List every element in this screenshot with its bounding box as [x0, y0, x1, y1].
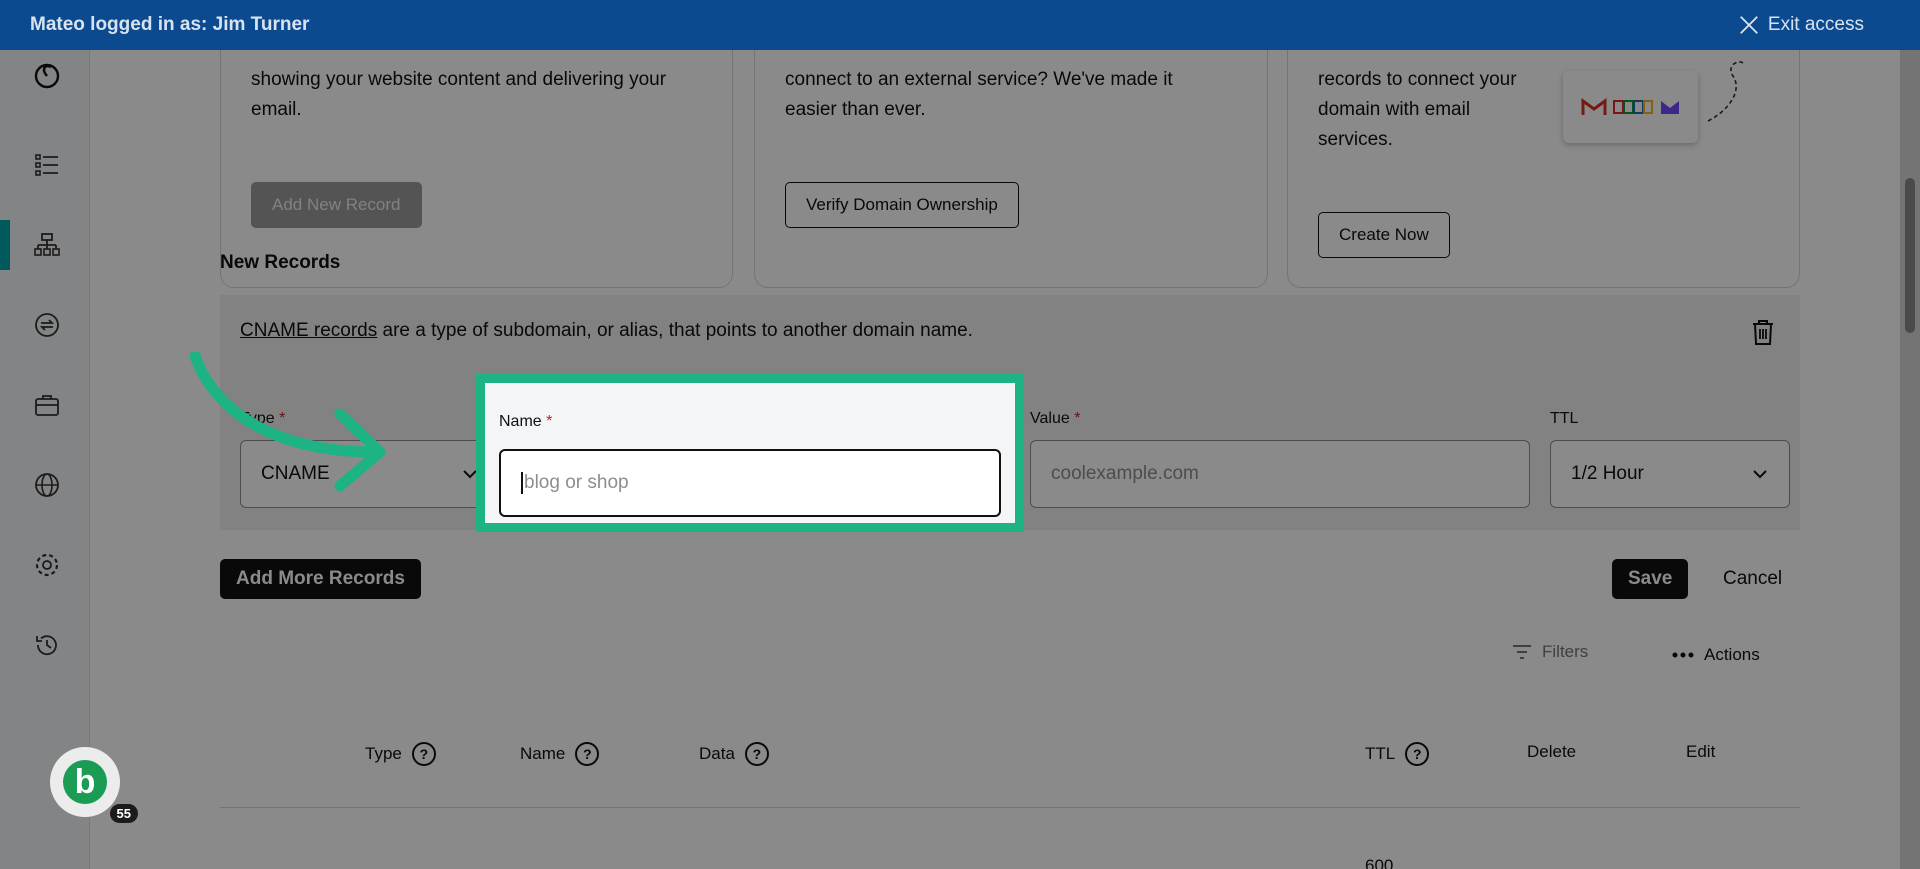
- decorative-doodle-icon: [1707, 61, 1744, 122]
- help-icon[interactable]: ?: [411, 742, 436, 766]
- impersonation-bar: Mateo logged in as: Jim Turner Exit acce…: [0, 0, 1920, 50]
- cancel-button[interactable]: Cancel: [1723, 568, 1782, 590]
- gmail-icon: [1581, 98, 1606, 115]
- page-scrollbar[interactable]: [1900, 50, 1920, 869]
- value-input[interactable]: coolexample.com: [1030, 440, 1530, 508]
- more-horizontal-icon: [1672, 652, 1694, 658]
- value-label: Value *: [1030, 410, 1081, 427]
- cname-description: CNAME records are a type of subdomain, o…: [240, 320, 973, 342]
- exit-access-label: Exit access: [1767, 14, 1864, 35]
- transfer-icon[interactable]: [30, 308, 64, 342]
- sidebar: [0, 50, 90, 869]
- card-text: showing your website content and deliver…: [251, 69, 667, 120]
- proton-mail-icon: [1660, 101, 1679, 114]
- info-card-verify: connect to an external service? We've ma…: [754, 50, 1268, 288]
- tour-highlight-name-field: Name * blog or shop: [476, 374, 1024, 532]
- extension-logo-icon: b: [63, 760, 107, 804]
- create-now-button[interactable]: Create Now: [1318, 212, 1450, 258]
- globe-icon[interactable]: [30, 468, 64, 502]
- history-icon[interactable]: [30, 628, 64, 662]
- active-nav-indicator: [0, 220, 10, 270]
- text-caret: [521, 472, 523, 494]
- scrollbar-thumb[interactable]: [1905, 178, 1915, 333]
- save-button[interactable]: Save: [1612, 559, 1689, 599]
- column-header-type[interactable]: Type?: [365, 742, 436, 766]
- tour-arrow-icon: [189, 352, 386, 492]
- column-header-data[interactable]: Data?: [699, 742, 769, 766]
- help-icon[interactable]: ?: [744, 742, 769, 766]
- ttl-select[interactable]: 1/2 Hour: [1550, 440, 1790, 508]
- card-text: connect to an external service? We've ma…: [785, 69, 1173, 120]
- exit-access-button[interactable]: Exit access: [1738, 0, 1864, 50]
- verify-domain-ownership-button[interactable]: Verify Domain Ownership: [785, 182, 1019, 228]
- name-label: Name *: [499, 413, 553, 430]
- card-text: records to connect your domain with emai…: [1318, 69, 1517, 150]
- add-new-record-button[interactable]: Add New Record: [251, 182, 422, 228]
- info-card-email: records to connect your domain with emai…: [1287, 50, 1800, 288]
- logged-in-text: Mateo logged in as: Jim Turner: [30, 14, 310, 35]
- chevron-down-icon: [1753, 470, 1767, 479]
- column-header-delete: Delete: [1527, 742, 1577, 761]
- name-input[interactable]: blog or shop: [499, 449, 1001, 517]
- email-providers-illustration: [1563, 71, 1698, 143]
- table-divider: [220, 807, 1800, 808]
- extension-badge[interactable]: b 55: [50, 747, 138, 823]
- column-header-ttl[interactable]: TTL?: [1365, 742, 1430, 766]
- list-icon[interactable]: [30, 148, 64, 182]
- actions-menu-button[interactable]: Actions: [1672, 645, 1760, 665]
- help-icon[interactable]: ?: [575, 742, 600, 766]
- brand-logo-icon[interactable]: [30, 58, 64, 92]
- new-records-title: New Records: [220, 252, 341, 273]
- actions-label: Actions: [1704, 645, 1760, 664]
- notification-count: 55: [109, 804, 138, 823]
- close-icon: [1740, 16, 1758, 34]
- ttl-value: 1/2 Hour: [1571, 463, 1644, 484]
- trash-icon[interactable]: [1748, 317, 1778, 347]
- gear-icon[interactable]: [30, 548, 64, 582]
- name-placeholder: blog or shop: [524, 472, 629, 493]
- table-cell-ttl: 600: [1365, 856, 1394, 869]
- column-header-name[interactable]: Name?: [520, 742, 600, 766]
- cname-description-text: are a type of subdomain, or alias, that …: [377, 320, 973, 341]
- add-more-records-button[interactable]: Add More Records: [220, 559, 421, 599]
- filter-icon: [1513, 645, 1531, 659]
- briefcase-icon[interactable]: [30, 388, 64, 422]
- cname-records-link[interactable]: CNAME records: [240, 320, 377, 341]
- filters-label: Filters: [1542, 642, 1589, 661]
- ttl-label: TTL: [1550, 410, 1579, 427]
- zoho-icon: [1612, 100, 1653, 114]
- filters-button[interactable]: Filters: [1512, 642, 1588, 662]
- column-header-edit: Edit: [1686, 742, 1716, 761]
- dns-network-icon[interactable]: [30, 228, 64, 262]
- help-icon[interactable]: ?: [1405, 742, 1430, 766]
